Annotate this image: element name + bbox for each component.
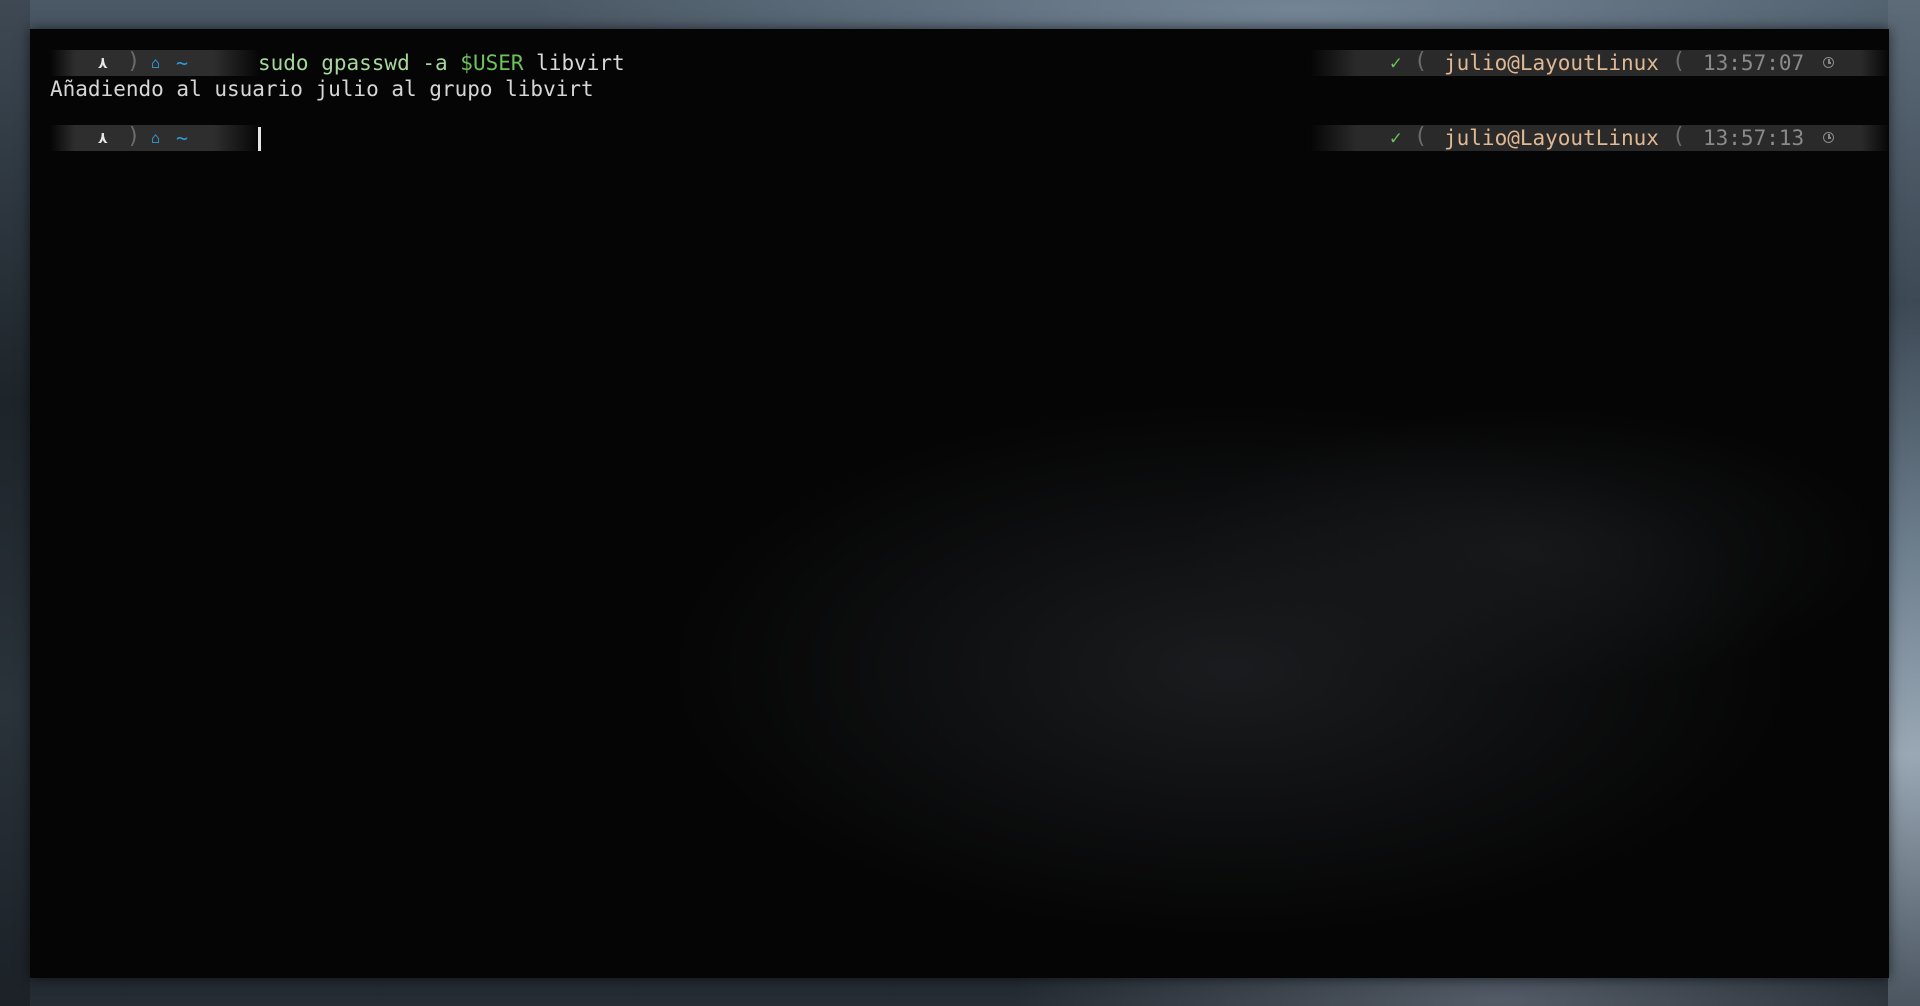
prompt-separator: ( (1672, 49, 1686, 74)
home-icon: ⌂ (151, 129, 161, 147)
prompt-separator: ( (1414, 124, 1428, 149)
command-output: Añadiendo al usuario julio al grupo libv… (50, 77, 594, 101)
desktop-wallpaper-right (1888, 0, 1920, 1006)
command-text: sudo gpasswd -a $USER libvirt (258, 50, 625, 76)
user-host: julio@LayoutLinux (1444, 126, 1659, 150)
command-name: sudo gpasswd -a (258, 51, 461, 75)
prompt-right-segment: ✓ ( julio@LayoutLinux ( 13:57:13 (1310, 124, 1889, 151)
command-variable: $USER (460, 51, 524, 75)
current-path: ~ (176, 51, 189, 75)
prompt-separator: ) (127, 124, 141, 149)
clock-icon (1823, 57, 1834, 68)
prompt-right-segment: ✓ ( julio@LayoutLinux ( 13:57:07 (1310, 49, 1889, 76)
arch-icon: ⋏ (98, 53, 108, 72)
prompt-separator: ( (1414, 49, 1428, 74)
prompt-left-segment: ⋏ ) ⌂ ~ (50, 49, 260, 76)
arch-icon: ⋏ (98, 128, 108, 147)
desktop-wallpaper-left (0, 0, 30, 1006)
home-icon: ⌂ (151, 54, 161, 72)
check-icon: ✓ (1390, 52, 1402, 74)
prompt-time: 13:57:07 (1703, 51, 1805, 75)
prompt-left-segment: ⋏ ) ⌂ ~ (50, 124, 260, 151)
terminal-window[interactable]: ⋏ ) ⌂ ~ sudo gpasswd -a $USER libvirt ✓ … (30, 29, 1889, 978)
clock-icon (1823, 132, 1834, 143)
terminal-prompt-line: ⋏ ) ⌂ ~ sudo gpasswd -a $USER libvirt ✓ … (30, 49, 1889, 76)
terminal-prompt-line: ⋏ ) ⌂ ~ ✓ ( julio@LayoutLinux ( 13:57:13 (30, 124, 1889, 151)
text-cursor[interactable] (258, 127, 261, 151)
command-argument: libvirt (523, 51, 625, 75)
check-icon: ✓ (1390, 127, 1402, 149)
prompt-separator: ) (127, 49, 141, 74)
user-host: julio@LayoutLinux (1444, 51, 1659, 75)
prompt-separator: ( (1672, 124, 1686, 149)
current-path: ~ (176, 126, 189, 150)
prompt-time: 13:57:13 (1703, 126, 1805, 150)
